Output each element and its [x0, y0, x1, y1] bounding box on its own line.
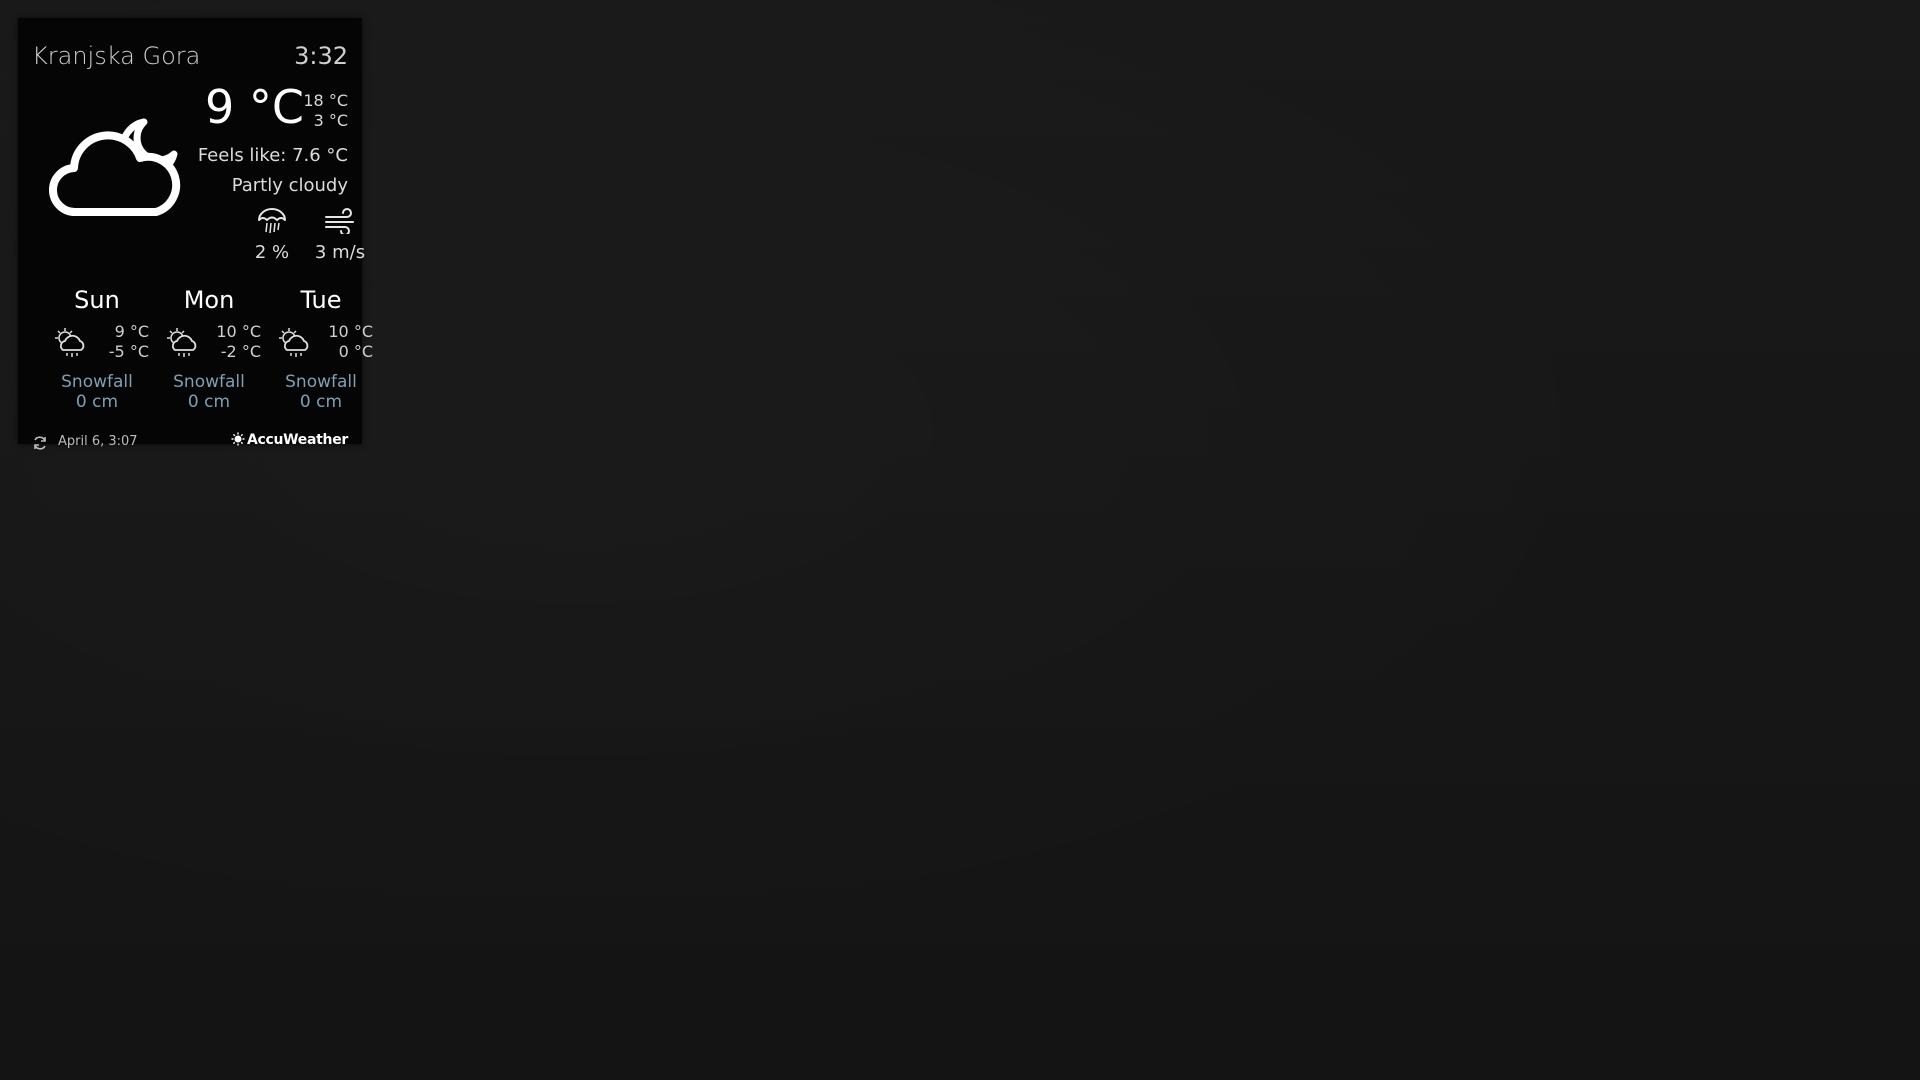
city-name: Kranjska Gora	[32, 42, 201, 70]
refresh-icon[interactable]	[32, 435, 48, 451]
sun-cloud-rain-icon	[55, 328, 85, 357]
forecast-day: Sun 9 °C -5 °C Snowfall 0 cm	[41, 286, 153, 412]
snowfall-amount: 0 cm	[299, 392, 343, 412]
current-time: 3:32	[294, 42, 348, 70]
brand-name: AccuWeather	[246, 432, 348, 448]
forecast-day-name: Tue	[300, 286, 342, 314]
wind-stat: 3 m/s	[300, 206, 380, 263]
feels-like: Feels like: 7.6 °C	[197, 145, 348, 166]
snowfall-amount: 0 cm	[187, 392, 231, 412]
forecast-low: 0 °C	[338, 342, 373, 361]
sun-cloud-rain-icon	[167, 328, 197, 357]
forecast-high: 10 °C	[216, 322, 261, 341]
accuweather-sun-icon	[231, 432, 245, 446]
forecast-low: -5 °C	[108, 342, 149, 361]
forecast-day-name: Sun	[74, 286, 120, 314]
snowfall-label: Snowfall	[285, 372, 357, 392]
forecast-day: Tue 10 °C 0 °C Snowfall 0 cm	[265, 286, 377, 412]
today-low: 3 °C	[313, 111, 348, 130]
forecast-high: 10 °C	[328, 322, 373, 341]
weather-widget[interactable]: Kranjska Gora 3:32 9 °C 18 °C 3 °C Feels…	[18, 18, 373, 450]
condition-text: Partly cloudy	[231, 175, 348, 196]
wind-value: 3 m/s	[314, 242, 366, 263]
forecast-high: 9 °C	[114, 322, 149, 341]
snowfall-amount: 0 cm	[75, 392, 119, 412]
wind-icon	[325, 208, 354, 236]
today-high-low: 18 °C 3 °C	[303, 91, 348, 131]
widget-footer: April 6, 3:07 AccuWeather	[32, 432, 348, 454]
today-high: 18 °C	[303, 91, 348, 110]
sun-cloud-rain-icon	[279, 328, 309, 357]
brand-logo[interactable]: AccuWeather	[231, 432, 348, 448]
rain-umbrella-icon	[258, 208, 286, 234]
forecast-day-name: Mon	[183, 286, 235, 314]
forecast-low: -2 °C	[220, 342, 261, 361]
last-updated: April 6, 3:07	[58, 434, 138, 449]
forecast-day: Mon 10 °C -2 °C Snowfall 0 cm	[153, 286, 265, 412]
snowfall-label: Snowfall	[61, 372, 133, 392]
current-temperature: 9 °C	[205, 80, 305, 134]
snowfall-label: Snowfall	[173, 372, 245, 392]
partly-cloudy-night-icon	[49, 118, 181, 216]
